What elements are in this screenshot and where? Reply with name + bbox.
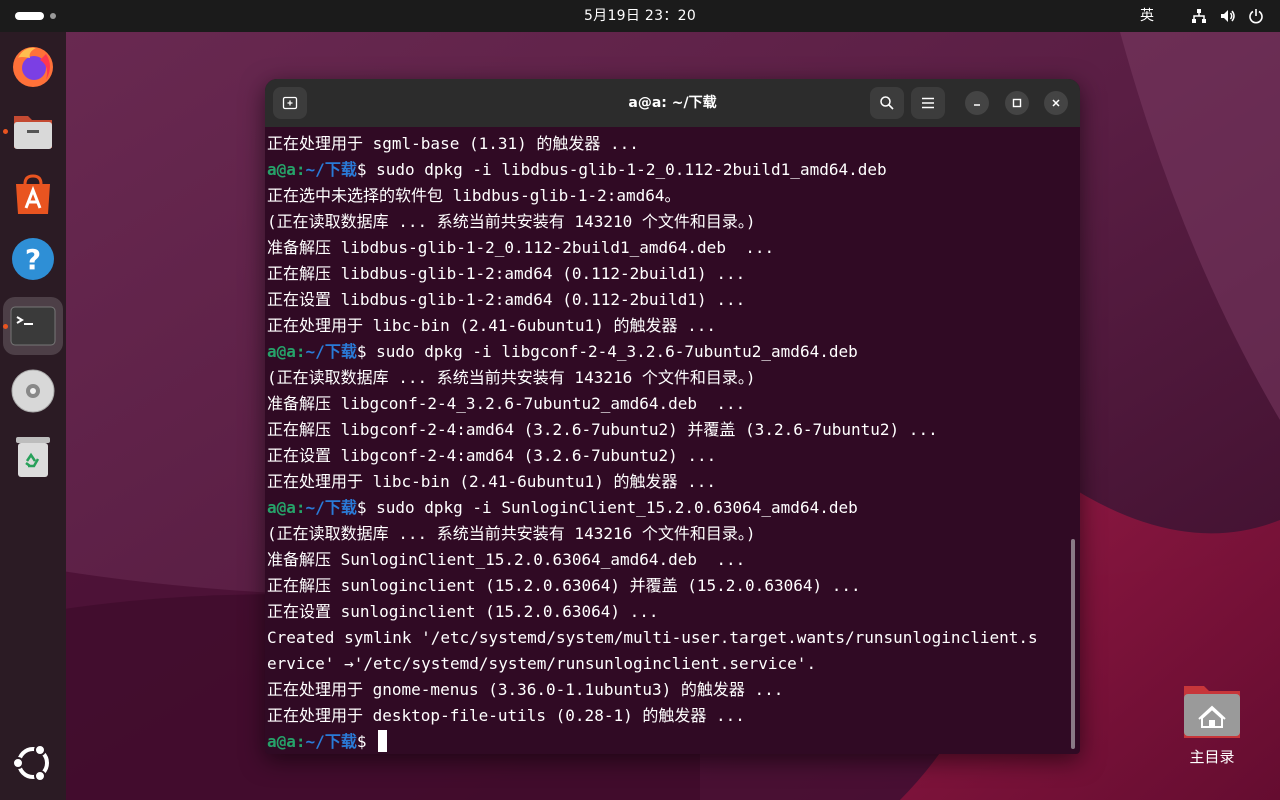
- dock-item-files[interactable]: [3, 102, 63, 160]
- terminal-output[interactable]: 正在处理用于 sgml-base (1.31) 的触发器 ... a@a:~/下载…: [267, 131, 1067, 754]
- hamburger-menu-icon: [922, 97, 934, 109]
- input-method-indicator[interactable]: 英: [1140, 0, 1154, 32]
- running-indicator: [3, 129, 8, 134]
- prompt-symbol: $: [356, 342, 377, 361]
- close-icon: [1052, 99, 1060, 107]
- dock-item-disc[interactable]: [3, 362, 63, 420]
- terminal-output-line: Created symlink '/etc/systemd/system/mul…: [267, 628, 1038, 647]
- scrollbar[interactable]: [1071, 539, 1075, 749]
- prompt-symbol: $: [356, 498, 377, 517]
- terminal-window[interactable]: a@a: ~/下载 正在处理用于 sgml-base (1.31) 的触发器 .…: [265, 79, 1080, 754]
- clock[interactable]: 5月19日 23：20: [0, 0, 1280, 32]
- command-text: sudo dpkg -i libgconf-2-4_3.2.6-7ubuntu2…: [376, 342, 858, 361]
- search-button[interactable]: [870, 87, 904, 119]
- prompt-user: a@a: [267, 498, 296, 517]
- prompt-symbol: $: [356, 732, 377, 751]
- command-text: sudo dpkg -i libdbus-glib-1-2_0.112-2bui…: [376, 160, 887, 179]
- app-center-icon: [16, 174, 50, 214]
- help-icon: ?: [12, 238, 54, 280]
- terminal-output-line: 正在选中未选择的软件包 libdbus-glib-1-2:amd64。: [267, 186, 681, 205]
- terminal-output-line: ervice' →'/etc/systemd/system/runsunlogi…: [267, 654, 817, 673]
- terminal-output-line: 正在解压 sunloginclient (15.2.0.63064) 并覆盖 (…: [267, 576, 861, 595]
- ubuntu-icon: [12, 744, 49, 782]
- dock-item-terminal[interactable]: [3, 297, 63, 355]
- prompt-separator: :: [295, 498, 306, 517]
- prompt-path: ~/下载: [305, 160, 357, 179]
- terminal-output-line: 正在设置 libdbus-glib-1-2:amd64 (0.112-2buil…: [267, 290, 746, 309]
- prompt-path: ~/下载: [305, 732, 357, 751]
- dock-item-app-center[interactable]: [3, 166, 63, 224]
- running-indicator: [3, 324, 8, 329]
- home-folder-label: 主目录: [1189, 748, 1235, 766]
- firefox-icon: [13, 47, 53, 87]
- terminal-icon: [10, 306, 56, 346]
- prompt-path: ~/下载: [305, 342, 357, 361]
- trash-icon: [16, 437, 50, 477]
- terminal-output-line: 正在解压 libdbus-glib-1-2:amd64 (0.112-2buil…: [267, 264, 746, 283]
- terminal-output-line: 正在设置 sunloginclient (15.2.0.63064) ...: [267, 602, 659, 621]
- prompt-separator: :: [295, 732, 306, 751]
- terminal-output-line: 准备解压 libgconf-2-4_3.2.6-7ubuntu2_amd64.d…: [267, 394, 746, 413]
- prompt-separator: :: [295, 160, 306, 179]
- home-folder-icon: [1184, 686, 1240, 738]
- command-text: sudo dpkg -i SunloginClient_15.2.0.63064…: [376, 498, 858, 517]
- prompt-user: a@a: [267, 732, 296, 751]
- terminal-output-line: 正在处理用于 libc-bin (2.41-6ubuntu1) 的触发器 ...: [267, 316, 716, 335]
- terminal-prompt-line: a@a:~/下载$: [267, 729, 1067, 754]
- terminal-output-line: (正在读取数据库 ... 系统当前共安装有 143216 个文件和目录。): [267, 368, 756, 387]
- terminal-output-line: 准备解压 libdbus-glib-1-2_0.112-2build1_amd6…: [267, 238, 775, 257]
- terminal-cursor: [378, 730, 388, 752]
- terminal-command-line: a@a:~/下载$ sudo dpkg -i SunloginClient_15…: [267, 495, 1067, 521]
- prompt-path: ~/下载: [305, 498, 357, 517]
- maximize-button[interactable]: [1005, 91, 1029, 115]
- terminal-output-line: 正在解压 libgconf-2-4:amd64 (3.2.6-7ubuntu2)…: [267, 420, 938, 439]
- terminal-titlebar[interactable]: a@a: ~/下载: [265, 79, 1080, 127]
- top-bar: 5月19日 23：20 英: [0, 0, 1280, 32]
- minimize-button[interactable]: [965, 91, 989, 115]
- power-icon[interactable]: [1248, 8, 1264, 24]
- prompt-user: a@a: [267, 342, 296, 361]
- terminal-output-line: 正在处理用于 gnome-menus (3.36.0-1.1ubuntu3) 的…: [267, 680, 784, 699]
- search-icon: [880, 96, 894, 110]
- dock-item-trash[interactable]: [3, 427, 63, 485]
- prompt-user: a@a: [267, 160, 296, 179]
- terminal-output-line: 正在处理用于 sgml-base (1.31) 的触发器 ...: [267, 134, 639, 153]
- dock-item-help[interactable]: ?: [3, 230, 63, 288]
- volume-icon[interactable]: [1220, 8, 1236, 24]
- disc-icon: [11, 369, 55, 413]
- minimize-icon: [974, 104, 980, 106]
- terminal-command-line: a@a:~/下载$ sudo dpkg -i libgconf-2-4_3.2.…: [267, 339, 1067, 365]
- terminal-output-line: 正在处理用于 desktop-file-utils (0.28-1) 的触发器 …: [267, 706, 745, 725]
- dock-item-show-apps[interactable]: [3, 734, 63, 792]
- dock: ?: [0, 32, 66, 800]
- prompt-symbol: $: [356, 160, 377, 179]
- window-title: a@a: ~/下载: [628, 95, 717, 111]
- network-icon[interactable]: [1191, 8, 1207, 24]
- terminal-output-line: 准备解压 SunloginClient_15.2.0.63064_amd64.d…: [267, 550, 746, 569]
- prompt-separator: :: [295, 342, 306, 361]
- terminal-output-line: (正在读取数据库 ... 系统当前共安装有 143216 个文件和目录。): [267, 524, 756, 543]
- terminal-output-line: 正在处理用于 libc-bin (2.41-6ubuntu1) 的触发器 ...: [267, 472, 716, 491]
- menu-button[interactable]: [911, 87, 945, 119]
- terminal-output-line: (正在读取数据库 ... 系统当前共安装有 143210 个文件和目录。): [267, 212, 756, 231]
- terminal-command-line: a@a:~/下载$ sudo dpkg -i libdbus-glib-1-2_…: [267, 157, 1067, 183]
- svg-text:?: ?: [25, 243, 41, 276]
- terminal-output-line: 正在设置 libgconf-2-4:amd64 (3.2.6-7ubuntu2)…: [267, 446, 717, 465]
- dock-item-firefox[interactable]: [3, 38, 63, 96]
- files-icon: [14, 116, 52, 149]
- desktop-home-folder[interactable]: 主目录: [1178, 680, 1246, 770]
- close-button[interactable]: [1044, 91, 1068, 115]
- maximize-icon: [1012, 98, 1022, 108]
